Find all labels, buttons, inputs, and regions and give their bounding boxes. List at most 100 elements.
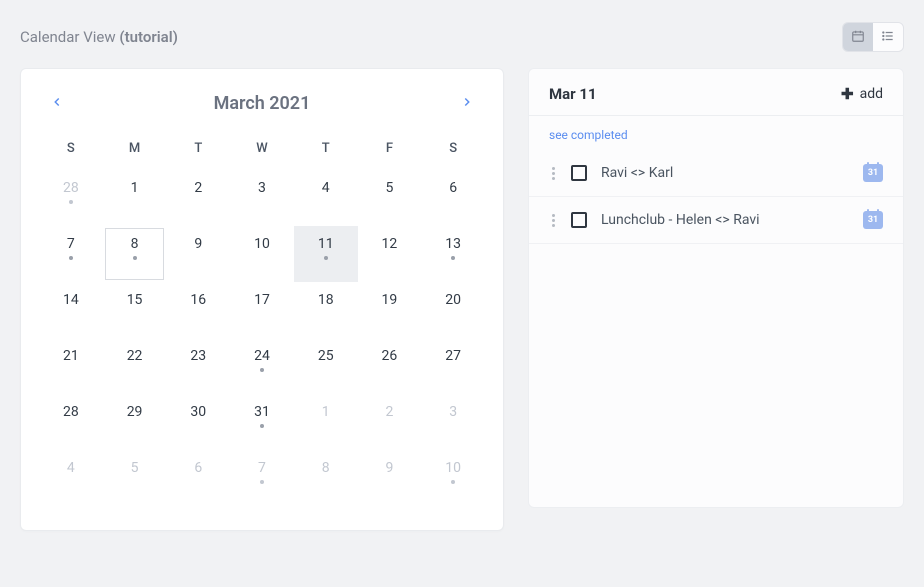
calendar-day-number: 27 [445, 348, 461, 364]
calendar-day[interactable]: 29 [103, 394, 167, 450]
calendar-day-number: 4 [322, 180, 330, 196]
event-dot-icon [133, 256, 137, 260]
event-dot-icon [451, 480, 455, 484]
task-row[interactable]: Ravi <> Karl 31 [529, 150, 903, 197]
calendar-day-number: 6 [449, 180, 457, 196]
calendar-day[interactable]: 31 [230, 394, 294, 450]
calendar-day[interactable]: 15 [103, 282, 167, 338]
calendar-day[interactable]: 4 [39, 450, 103, 506]
calendar-day[interactable]: 1 [103, 170, 167, 226]
calendar-day-number: 2 [194, 180, 202, 196]
calendar-day[interactable]: 21 [39, 338, 103, 394]
calendar-day[interactable]: 2 [166, 170, 230, 226]
calendar-day[interactable]: 9 [358, 450, 422, 506]
calendar-day[interactable]: 14 [39, 282, 103, 338]
calendar-day[interactable]: 28 [39, 170, 103, 226]
calendar-day[interactable]: 24 [230, 338, 294, 394]
view-toggle-list[interactable] [873, 23, 903, 51]
calendar-badge-icon[interactable]: 31 [863, 211, 883, 229]
page-title: Calendar View (tutorial) [20, 28, 178, 46]
calendar-day[interactable]: 11 [294, 226, 358, 282]
calendar-day-number: 13 [445, 236, 461, 252]
calendar-day[interactable]: 4 [294, 170, 358, 226]
calendar-day-number: 9 [385, 460, 393, 476]
event-dot-icon [260, 368, 264, 372]
calendar-day[interactable]: 7 [230, 450, 294, 506]
prev-month-button[interactable] [43, 89, 71, 117]
task-title: Lunchclub - Helen <> Ravi [601, 212, 849, 228]
add-label: add [860, 86, 883, 102]
calendar-day-number: 18 [318, 292, 334, 308]
calendar-day[interactable]: 10 [230, 226, 294, 282]
calendar-day[interactable]: 18 [294, 282, 358, 338]
event-dot-icon [260, 480, 264, 484]
calendar-day[interactable]: 9 [166, 226, 230, 282]
calendar-day[interactable]: 3 [230, 170, 294, 226]
calendar-day-number: 17 [254, 292, 270, 308]
calendar-day[interactable]: 28 [39, 394, 103, 450]
calendar-dow: T [294, 131, 358, 170]
calendar-day[interactable]: 2 [358, 394, 422, 450]
calendar-dow: S [39, 131, 103, 170]
calendar-badge-icon[interactable]: 31 [863, 164, 883, 182]
calendar-day-number: 1 [131, 180, 139, 196]
page-title-prefix: Calendar View [20, 28, 119, 46]
calendar-day[interactable]: 5 [103, 450, 167, 506]
calendar-day[interactable]: 10 [421, 450, 485, 506]
calendar-day-number: 10 [254, 236, 270, 252]
calendar-day-number: 16 [190, 292, 206, 308]
calendar-day[interactable]: 1 [294, 394, 358, 450]
next-month-button[interactable] [453, 89, 481, 117]
calendar-day[interactable]: 3 [421, 394, 485, 450]
selected-date-label: Mar 11 [549, 85, 597, 103]
calendar-day-number: 23 [190, 348, 206, 364]
calendar-panel: March 2021 SMTWTFS 281234567891011121314… [20, 68, 504, 531]
calendar-day[interactable]: 12 [358, 226, 422, 282]
calendar-day[interactable]: 7 [39, 226, 103, 282]
calendar-day[interactable]: 22 [103, 338, 167, 394]
calendar-day[interactable]: 25 [294, 338, 358, 394]
calendar-day[interactable]: 17 [230, 282, 294, 338]
see-completed-link[interactable]: see completed [529, 116, 903, 150]
calendar-day[interactable]: 8 [103, 226, 167, 282]
chevron-left-icon [50, 94, 64, 113]
calendar-day-number: 24 [254, 348, 270, 364]
plus-icon: ✚ [841, 85, 854, 103]
calendar-day-number: 4 [67, 460, 75, 476]
event-dot-icon [260, 424, 264, 428]
calendar-title: March 2021 [214, 93, 311, 114]
drag-handle-icon[interactable] [549, 167, 557, 180]
calendar-day[interactable]: 5 [358, 170, 422, 226]
event-dot-icon [69, 256, 73, 260]
calendar-day-number: 20 [445, 292, 461, 308]
calendar-day[interactable]: 30 [166, 394, 230, 450]
calendar-day[interactable]: 23 [166, 338, 230, 394]
calendar-day[interactable]: 13 [421, 226, 485, 282]
task-title: Ravi <> Karl [601, 165, 849, 181]
calendar-day-number: 21 [63, 348, 79, 364]
calendar-day-number: 3 [449, 404, 457, 420]
view-toggle-calendar[interactable] [843, 23, 873, 51]
list-icon [881, 28, 895, 47]
task-row[interactable]: Lunchclub - Helen <> Ravi 31 [529, 197, 903, 244]
calendar-day[interactable]: 26 [358, 338, 422, 394]
calendar-day[interactable]: 6 [421, 170, 485, 226]
calendar-day-number: 12 [382, 236, 398, 252]
drag-handle-icon[interactable] [549, 214, 557, 227]
add-task-button[interactable]: ✚ add [841, 85, 883, 103]
task-checkbox[interactable] [571, 212, 587, 228]
calendar-day-number: 8 [131, 236, 139, 252]
calendar-day-number: 28 [63, 404, 79, 420]
calendar-day[interactable]: 8 [294, 450, 358, 506]
calendar-day-number: 14 [63, 292, 79, 308]
calendar-day[interactable]: 6 [166, 450, 230, 506]
calendar-day-number: 25 [318, 348, 334, 364]
calendar-day[interactable]: 20 [421, 282, 485, 338]
calendar-day[interactable]: 27 [421, 338, 485, 394]
calendar-day-number: 29 [127, 404, 143, 420]
task-checkbox[interactable] [571, 165, 587, 181]
calendar-day[interactable]: 19 [358, 282, 422, 338]
calendar-icon [851, 28, 865, 47]
calendar-day[interactable]: 16 [166, 282, 230, 338]
calendar-day-number: 5 [131, 460, 139, 476]
